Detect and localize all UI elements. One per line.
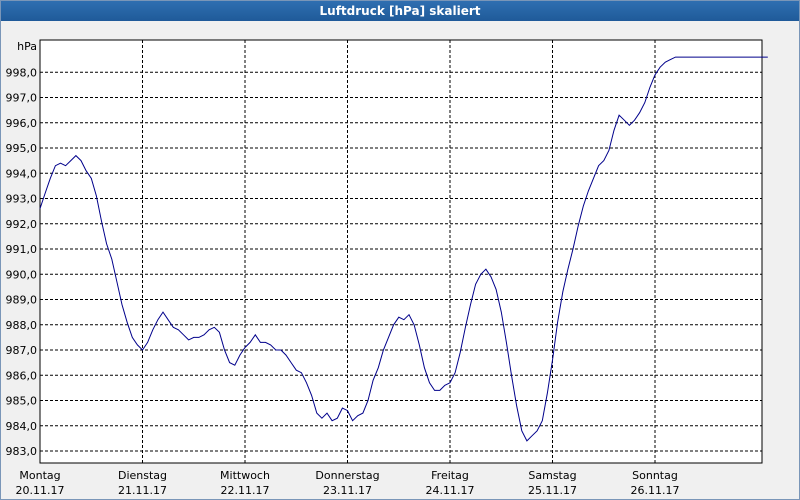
y-tick-label: 997,0 <box>6 92 38 105</box>
y-tick-label: 992,0 <box>6 218 38 231</box>
x-tick-date-label: 22.11.17 <box>221 484 270 497</box>
y-tick-label: 990,0 <box>6 268 38 281</box>
x-tick-day-label: Montag <box>19 469 60 482</box>
x-tick-date-label: 24.11.17 <box>426 484 475 497</box>
x-tick-date-label: 21.11.17 <box>118 484 167 497</box>
x-tick-day-label: Samstag <box>528 469 576 482</box>
line-chart: 983,0 984,0 985,0 986,0 987,0 988,0 989,0 990,0… <box>6 39 768 497</box>
y-tick-label: 983,0 <box>6 445 38 458</box>
y-tick-label: 988,0 <box>6 319 38 332</box>
x-tick-date-label: 25.11.17 <box>528 484 577 497</box>
x-tick-day-label: Dienstag <box>118 469 167 482</box>
y-tick-label: 994,0 <box>6 167 38 180</box>
y-tick-label: 991,0 <box>6 243 38 256</box>
y-tick-label: 989,0 <box>6 294 38 307</box>
y-tick-label: 998,0 <box>6 66 38 79</box>
y-axis-label: hPa <box>17 40 37 53</box>
x-tick-day-label: Mittwoch <box>220 469 270 482</box>
x-tick-date-label: 26.11.17 <box>631 484 680 497</box>
x-tick-day-label: Freitag <box>431 469 469 482</box>
plot-area <box>39 39 763 464</box>
y-tick-label: 986,0 <box>6 369 38 382</box>
x-tick-day-label: Sonntag <box>632 469 678 482</box>
x-tick-date-label: 20.11.17 <box>16 484 65 497</box>
y-tick-label: 984,0 <box>6 420 38 433</box>
y-tick-label: 985,0 <box>6 395 38 408</box>
y-tick-label: 987,0 <box>6 344 38 357</box>
y-tick-label: 996,0 <box>6 117 38 130</box>
y-tick-label: 993,0 <box>6 193 38 206</box>
y-axis-ticks: 983,0 984,0 985,0 986,0 987,0 988,0 989,0 990,0… <box>6 66 38 458</box>
y-tick-label: 995,0 <box>6 142 38 155</box>
x-axis-ticks: Montag 20.11.17 Dienstag 21.11.17 Mittwoch 22… <box>16 469 680 497</box>
x-tick-date-label: 23.11.17 <box>323 484 372 497</box>
x-tick-day-label: Donnerstag <box>315 469 379 482</box>
